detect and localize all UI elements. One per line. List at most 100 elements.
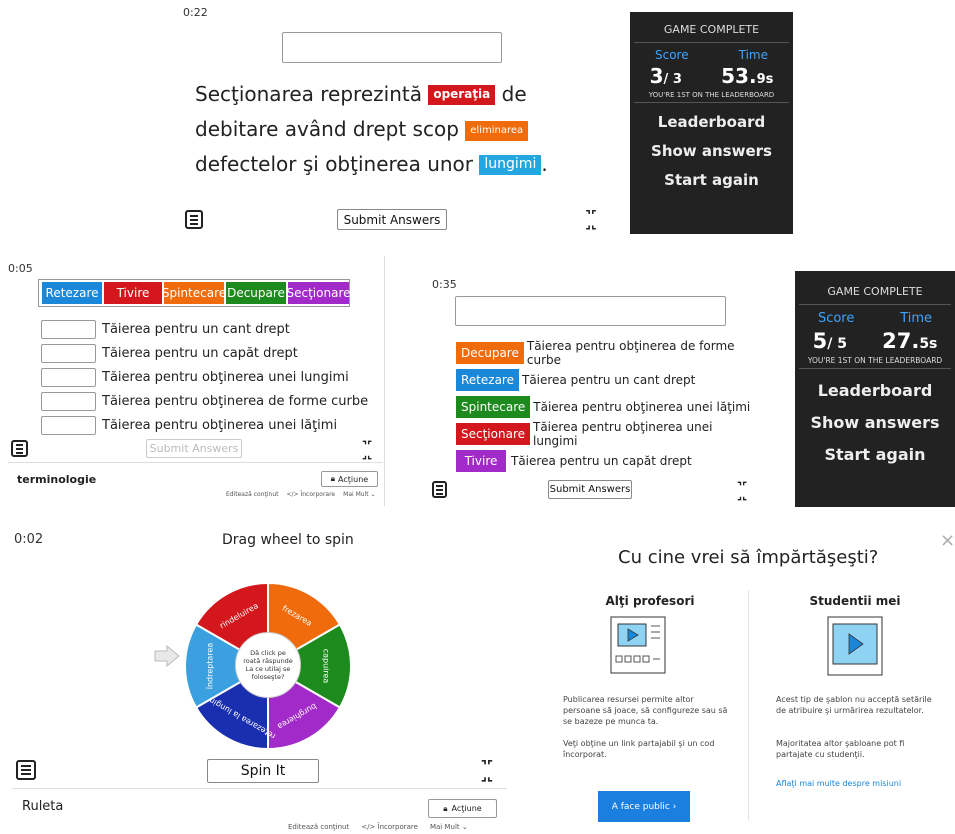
list-item: Spintecare Tăierea pentru obţinerea unei… [456,393,756,420]
answer-tag[interactable]: Decupare [226,282,286,304]
students-note: Majoritatea altor şabloane pot fi partaj… [776,739,905,759]
more-link[interactable]: Mai Mult ⌄ [343,491,375,498]
show-answers-button[interactable]: Show answers [630,142,793,160]
drop-slot[interactable] [41,367,96,387]
time-label: Time [900,311,933,326]
timer: 0:05 [8,262,33,275]
answer-tag[interactable]: Retezare [42,282,102,304]
fullscreen-icon[interactable]: ⌝⌜ ⌟⌞ [477,760,497,783]
menu-icon[interactable] [16,760,36,780]
action-label: Acţiune [338,474,369,484]
sentence-text: de [501,82,527,106]
students-illustration-icon [827,616,883,681]
menu-icon[interactable] [432,481,447,498]
item-text: Tăierea pentru obţinerea unei lungimi [533,419,713,448]
spin-button[interactable]: Spin It [207,759,319,783]
item-text: Tăierea pentru obţinerea unei lăţimi [533,399,751,414]
timer: 0:35 [432,278,457,291]
embed-link[interactable]: </> Încorporare [361,823,418,831]
game-complete-title: GAME COMPLETE [663,23,760,36]
drop-slot[interactable] [41,343,96,363]
action-button[interactable]: 🔒︎ Acţiune [428,799,497,818]
list-item: Tivire Tăierea pentru un capăt drept [456,447,756,474]
divider [8,462,383,463]
answer-tag-lungimi[interactable]: lungimi [479,154,542,175]
sentence-text: . [541,152,548,176]
wheel-center-text[interactable]: Dă click pe roată răspunde La ce utilaj … [235,632,301,698]
item-text: Tăierea pentru un cant drept [521,372,696,387]
list-item: Tăierea pentru obţinerea de forme curbe [41,389,381,413]
action-button[interactable]: 🔒︎ Acţiune [321,471,378,487]
time-suffix: 5s [919,336,938,352]
fullscreen-icon[interactable]: ⌝⌜ ⌟⌞ [735,481,749,501]
make-public-button[interactable]: A face public › [598,791,690,822]
start-again-button[interactable]: Start again [630,171,793,189]
answer-input[interactable] [282,32,502,63]
sentence-text: Secţionarea reprezintă [195,82,422,106]
answer-tag[interactable]: Tivire [104,282,162,304]
embed-link[interactable]: </> Încorporare [286,491,335,498]
game-complete-title: GAME COMPLETE [827,285,923,298]
score-label: Score [655,48,689,62]
cloze-sentence: Secţionarea reprezintă operaţia de debit… [195,77,615,182]
divider [748,590,749,820]
score-total: / 3 [663,72,682,87]
submit-answers-button[interactable]: Submit Answers [337,209,447,230]
submit-answers-button[interactable]: Submit Answers [146,439,242,458]
edit-content-link[interactable]: Editează conţinut [288,823,349,831]
drop-slot[interactable] [41,319,96,339]
fullscreen-icon[interactable]: ⌝⌜ ⌟⌞ [360,440,374,460]
list-item: Secţionare Tăierea pentru obţinerea unei… [456,419,756,448]
timer: 0:02 [14,532,44,547]
menu-icon[interactable] [185,210,203,229]
publish-illustration-icon [610,616,666,679]
answer-input[interactable] [455,296,726,326]
answer-tag[interactable]: Secţionare [287,282,351,304]
answer-tag[interactable]: Retezare [456,368,519,391]
menu-icon[interactable] [11,440,28,457]
publish-description: Publicarea resursei permite altor persoa… [563,695,728,726]
action-label: Acţiune [451,804,482,813]
start-again-button[interactable]: Start again [795,445,955,464]
drop-slot[interactable] [41,391,96,411]
item-text: Tăierea pentru obţinerea unei lungimi [102,369,349,385]
list-item: Tăierea pentru un capăt drept [41,341,381,365]
edit-content-link[interactable]: Editează conţinut [226,491,278,498]
more-link[interactable]: Mai Mult ⌄ [430,823,468,831]
item-text: Tăierea pentru obţinerea de forme curbe [102,393,369,409]
footer-links: Editează conţinut </> Încorporare Mai Mu… [288,823,503,831]
answer-tag[interactable]: Secţionare [456,422,530,445]
leaderboard-button[interactable]: Leaderboard [630,113,793,131]
leaderboard-button[interactable]: Leaderboard [795,381,955,400]
learn-more-link[interactable]: Aflaţi mai multe despre misiuni [776,779,936,788]
answer-bank: Retezare Tivire Spintecare Decupare Secţ… [38,279,351,307]
answer-tag[interactable]: Tivire [456,449,506,472]
list-item: Retezare Tăierea pentru un cant drept [456,366,756,393]
leaderboard-note: YOU'RE 1ST ON THE LEADERBOARD [648,91,775,99]
answer-list: Decupare Tăierea pentru obţinerea de for… [456,339,756,474]
drop-slot[interactable] [41,415,96,435]
close-icon[interactable]: × [940,530,955,551]
answer-tag[interactable]: Spintecare [162,282,226,304]
timer: 0:22 [183,6,208,19]
students-description: Acest tip de şablon nu acceptă setările … [776,695,932,715]
item-text: Tăierea pentru un capăt drept [511,453,692,468]
submit-answers-button[interactable]: Submit Answers [548,480,632,499]
divider [384,256,385,506]
fullscreen-icon[interactable]: ⌝⌜ ⌟⌞ [583,209,599,230]
lock-icon: 🔒︎ [443,803,448,813]
wheel-segment-label: îndreptarea [206,643,215,691]
publish-note: Veţi obţine un link partajabil şi un cod… [563,739,715,759]
lock-icon: 🔒︎ [330,474,336,483]
answer-tag-operatia[interactable]: operaţia [428,84,496,105]
answer-tag-eliminarea[interactable]: eliminarea [465,120,529,141]
time-value: 27. [882,329,920,353]
activity-title: terminologie [17,473,97,486]
wheel-pointer-icon [154,644,180,672]
answer-tag[interactable]: Spintecare [456,395,531,418]
item-text: Tăierea pentru obţinerea unei lăţimi [102,417,338,433]
answer-tag[interactable]: Decupare [456,341,524,364]
show-answers-button[interactable]: Show answers [795,413,955,432]
time-suffix: 9s [756,72,774,87]
list-item: Tăierea pentru obţinerea unei lăţimi [41,413,381,437]
